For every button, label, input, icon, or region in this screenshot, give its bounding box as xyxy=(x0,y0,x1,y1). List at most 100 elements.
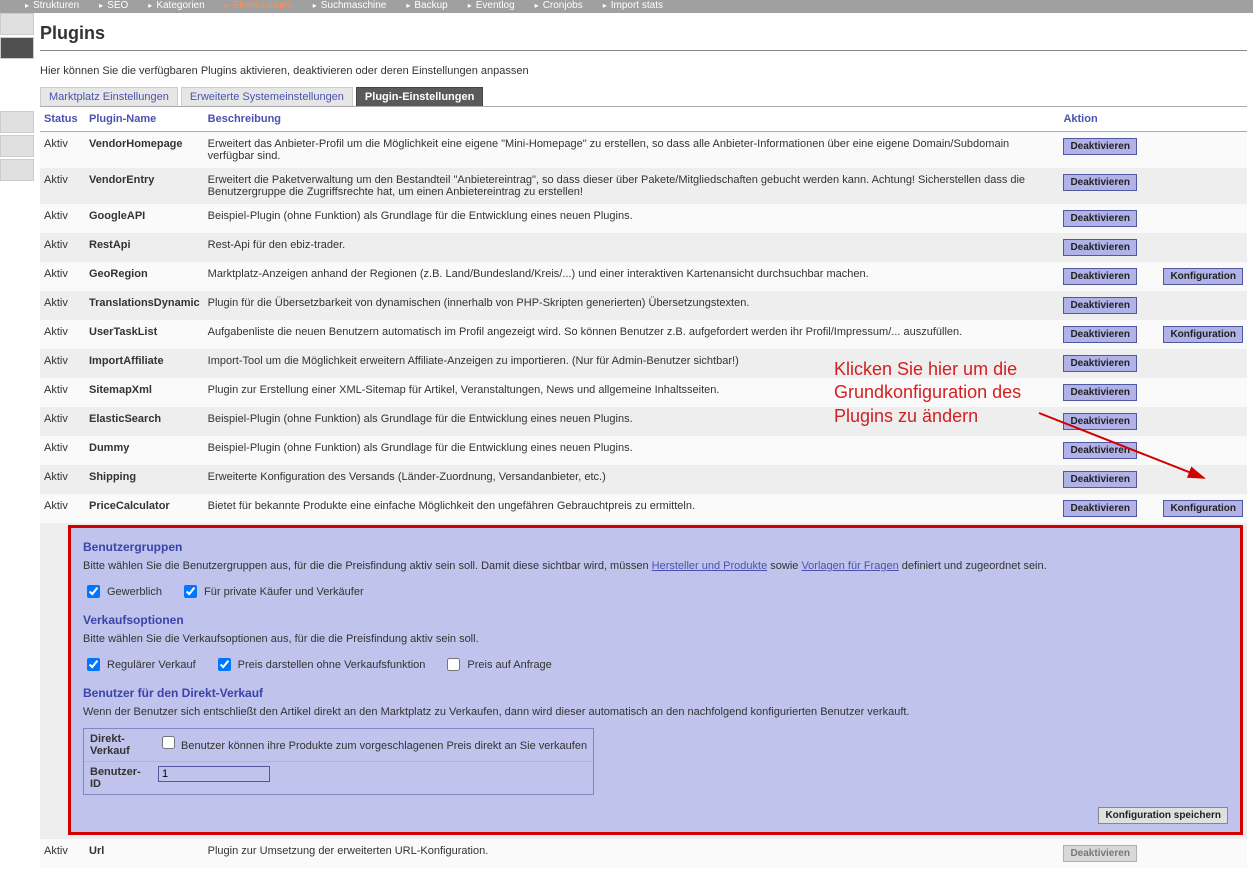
topnav-item[interactable]: ▸Cronjobs xyxy=(525,0,593,12)
deactivate-button[interactable]: Deaktivieren xyxy=(1063,442,1136,459)
table-row: AktivRestApiRest-Api für den ebiz-trader… xyxy=(40,233,1247,262)
cell-action: Deaktivieren xyxy=(1059,132,1159,169)
deactivate-button[interactable]: Deaktivieren xyxy=(1063,413,1136,430)
table-row: AktivUserTaskListAufgabenliste die neuen… xyxy=(40,320,1247,349)
config-p-saleopts: Bitte wählen Sie die Verkaufsoptionen au… xyxy=(83,633,1228,645)
table-row: AktivGoogleAPIBeispiel-Plugin (ohne Funk… xyxy=(40,204,1247,233)
chk-onrequest-input[interactable] xyxy=(447,658,460,671)
cell-config xyxy=(1159,291,1247,320)
chk-commercial[interactable]: Gewerblich xyxy=(83,582,162,601)
cell-status: Aktiv xyxy=(40,168,85,204)
chk-regular[interactable]: Regulärer Verkauf xyxy=(83,655,196,674)
config-button[interactable]: Konfiguration xyxy=(1163,268,1243,285)
cell-desc: Plugin zur Erstellung einer XML-Sitemap … xyxy=(204,378,1060,407)
arrow-icon: ▸ xyxy=(468,0,472,12)
topnav-item[interactable]: ▸Eventlog xyxy=(458,0,525,12)
cell-desc: Beispiel-Plugin (ohne Funktion) als Grun… xyxy=(204,204,1060,233)
topnav-item[interactable]: ▸Suchmaschine xyxy=(303,0,397,12)
arrow-icon: ▸ xyxy=(313,0,317,12)
cell-desc: Erweitert die Paketverwaltung um den Bes… xyxy=(204,168,1060,204)
save-config-button[interactable]: Konfiguration speichern xyxy=(1098,807,1228,824)
cell-status: Aktiv xyxy=(40,132,85,169)
config-button[interactable]: Konfiguration xyxy=(1163,326,1243,343)
link-templates[interactable]: Vorlagen für Fragen xyxy=(801,560,898,572)
cell-desc: Bietet für bekannte Produkte eine einfac… xyxy=(204,494,1060,523)
cell-action: Deaktivieren xyxy=(1059,262,1159,291)
sidebar-slot[interactable] xyxy=(0,13,34,35)
chk-regular-input[interactable] xyxy=(87,658,100,671)
cell-status: Aktiv xyxy=(40,465,85,494)
cell-config xyxy=(1159,465,1247,494)
page-intro: Hier können Sie die verfügbaren Plugins … xyxy=(40,65,1247,77)
cell-desc: Beispiel-Plugin (ohne Funktion) als Grun… xyxy=(204,436,1060,465)
chk-direct-input[interactable] xyxy=(162,736,175,749)
tab[interactable]: Erweiterte Systemeinstellungen xyxy=(181,87,353,106)
arrow-icon: ▸ xyxy=(225,0,229,12)
cell-status: Aktiv xyxy=(40,349,85,378)
sidebar-slot[interactable] xyxy=(0,135,34,157)
userid-input[interactable] xyxy=(158,766,270,782)
deactivate-button[interactable]: Deaktivieren xyxy=(1063,326,1136,343)
cell-name: TranslationsDynamic xyxy=(85,291,204,320)
sidebar-slot[interactable] xyxy=(0,111,34,133)
config-h-direct: Benutzer für den Direkt-Verkauf xyxy=(83,686,1228,700)
cell-name: PriceCalculator xyxy=(85,494,204,523)
th-action[interactable]: Aktion xyxy=(1059,107,1159,132)
chk-commercial-input[interactable] xyxy=(87,585,100,598)
sidebar-slot[interactable] xyxy=(0,159,34,181)
cell-action: Deaktivieren xyxy=(1059,204,1159,233)
cell-name: Dummy xyxy=(85,436,204,465)
cell-desc: Import-Tool um die Möglichkeit erweitern… xyxy=(204,349,1060,378)
arrow-icon: ▸ xyxy=(406,0,410,12)
sidebar-slot-active[interactable] xyxy=(0,37,34,59)
topnav-item[interactable]: ▸Import stats xyxy=(593,0,673,12)
cell-name: Shipping xyxy=(85,465,204,494)
chk-nosale-input[interactable] xyxy=(218,658,231,671)
deactivate-button[interactable]: Deaktivieren xyxy=(1063,500,1136,517)
cell-desc: Plugin für die Übersetzbarkeit von dynam… xyxy=(204,291,1060,320)
chk-nosale[interactable]: Preis darstellen ohne Verkaufsfunktion xyxy=(214,655,426,674)
th-status[interactable]: Status xyxy=(40,107,85,132)
chk-private[interactable]: Für private Käufer und Verkäufer xyxy=(180,582,364,601)
config-panel-row: BenutzergruppenBitte wählen Sie die Benu… xyxy=(40,523,1247,839)
deactivate-button[interactable]: Deaktivieren xyxy=(1063,268,1136,285)
deactivate-button[interactable]: Deaktivieren xyxy=(1063,471,1136,488)
cell-config xyxy=(1159,378,1247,407)
link-products[interactable]: Hersteller und Produkte xyxy=(652,560,768,572)
cell-action: Deaktivieren xyxy=(1059,839,1159,868)
deactivate-button[interactable]: Deaktivieren xyxy=(1063,355,1136,372)
config-button[interactable]: Konfiguration xyxy=(1163,500,1243,517)
tab[interactable]: Plugin-Einstellungen xyxy=(356,87,483,106)
topnav-item[interactable]: ▸Kategorien xyxy=(138,0,214,12)
deactivate-button[interactable]: Deaktivieren xyxy=(1063,210,1136,227)
cell-status: Aktiv xyxy=(40,436,85,465)
cell-config xyxy=(1159,407,1247,436)
deactivate-button[interactable]: Deaktivieren xyxy=(1063,239,1136,256)
cell-action: Deaktivieren xyxy=(1059,436,1159,465)
cell-config xyxy=(1159,349,1247,378)
deactivate-button[interactable]: Deaktivieren xyxy=(1063,384,1136,401)
cell-status: Aktiv xyxy=(40,262,85,291)
deactivate-button[interactable]: Deaktivieren xyxy=(1063,138,1136,155)
lbl-userid: Benutzer-ID xyxy=(84,762,152,794)
th-desc[interactable]: Beschreibung xyxy=(204,107,1060,132)
topnav-item[interactable]: ▸Backup xyxy=(396,0,457,12)
topnav-item[interactable]: ▸Strukturen xyxy=(15,0,89,12)
cell-status: Aktiv xyxy=(40,204,85,233)
cell-action: Deaktivieren xyxy=(1059,465,1159,494)
cell-name: GeoRegion xyxy=(85,262,204,291)
th-name[interactable]: Plugin-Name xyxy=(85,107,204,132)
chk-onrequest[interactable]: Preis auf Anfrage xyxy=(443,655,551,674)
topnav-item[interactable]: ▸Einstellungen xyxy=(215,0,303,12)
chk-direct[interactable]: Benutzer können ihre Produkte zum vorges… xyxy=(158,740,587,752)
chk-private-input[interactable] xyxy=(184,585,197,598)
table-row: AktivVendorHomepageErweitert das Anbiete… xyxy=(40,132,1247,169)
cell-config xyxy=(1159,168,1247,204)
tab[interactable]: Marktplatz Einstellungen xyxy=(40,87,178,106)
deactivate-button[interactable]: Deaktivieren xyxy=(1063,297,1136,314)
deactivate-button[interactable]: Deaktivieren xyxy=(1063,174,1136,191)
cell-config: Konfiguration xyxy=(1159,320,1247,349)
topnav-item[interactable]: ▸SEO xyxy=(89,0,138,12)
config-p-direct: Wenn der Benutzer sich entschließt den A… xyxy=(83,706,1228,718)
table-row: AktivDummyBeispiel-Plugin (ohne Funktion… xyxy=(40,436,1247,465)
